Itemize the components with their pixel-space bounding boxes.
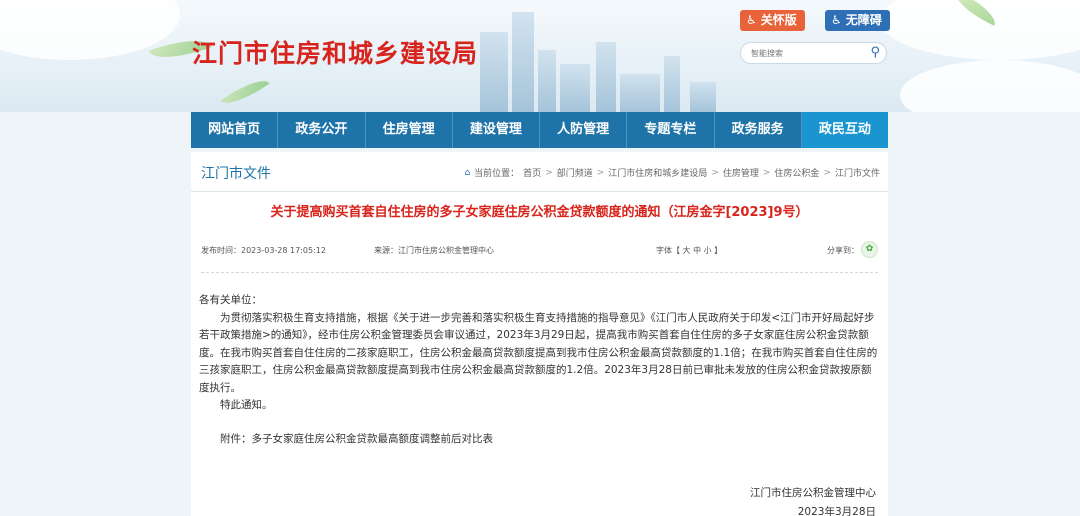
article-paragraph: 为贯彻落实积极生育支持措施，根据《关于进一步完善和落实积极生育支持措施的指导意见… bbox=[199, 311, 878, 394]
main-nav: 网站首页 政务公开 住房管理 建设管理 人防管理 专题专栏 政务服务 政民互动 bbox=[191, 112, 888, 148]
article-title: 关于提高购买首套自住住房的多子女家庭住房公积金贷款额度的通知（江房金字[2023… bbox=[270, 205, 809, 220]
wheelchair-icon: ♿ bbox=[831, 13, 842, 27]
wechat-icon[interactable]: ✿ bbox=[861, 241, 878, 258]
breadcrumb-separator: > bbox=[596, 167, 605, 178]
signature-date: 2023年3月28日 bbox=[797, 506, 876, 516]
accessibility-label: 无障碍 bbox=[845, 13, 882, 27]
breadcrumb-bureau[interactable]: 江门市住房和城乡建设局 bbox=[608, 166, 707, 179]
nav-item-topics[interactable]: 专题专栏 bbox=[627, 112, 715, 148]
nav-item-civil-defense[interactable]: 人防管理 bbox=[540, 112, 628, 148]
breadcrumb-housing[interactable]: 住房管理 bbox=[723, 166, 759, 179]
nav-item-housing[interactable]: 住房管理 bbox=[366, 112, 453, 148]
breadcrumb-separator: > bbox=[711, 167, 719, 178]
attachment-link[interactable]: 附件：多子女家庭住房公积金贷款最高额度调整前后对比表 bbox=[199, 431, 879, 449]
breadcrumb-home[interactable]: 首页 bbox=[523, 166, 541, 179]
nav-item-interaction[interactable]: 政民互动 bbox=[801, 112, 888, 148]
accessibility-button[interactable]: ♿ 无障碍 bbox=[825, 10, 890, 31]
breadcrumb-separator: > bbox=[823, 167, 831, 178]
divider bbox=[201, 272, 878, 273]
article-body: 各有关单位： 为贯彻落实积极生育支持措施，根据《关于进一步完善和落实积极生育支持… bbox=[199, 292, 879, 448]
home-icon: ⌂ bbox=[464, 167, 471, 178]
nav-item-construction[interactable]: 建设管理 bbox=[453, 112, 540, 148]
share-label: 分享到： bbox=[827, 246, 859, 255]
header-banner bbox=[0, 0, 1080, 112]
article-source: 来源：江门市住房公积金管理中心 bbox=[374, 246, 494, 255]
article-meta: 发布时间：2023-03-28 17:05:12 来源：江门市住房公积金管理中心… bbox=[191, 240, 888, 260]
search-input[interactable] bbox=[751, 46, 861, 60]
site-title: 江门市住房和城乡建设局 bbox=[192, 39, 479, 68]
content-panel: 江门市文件 ⌂ 当前位置： 首页 > 部门频道 > 江门市住房和城乡建设局 > … bbox=[191, 152, 888, 516]
salutation: 各有关单位： bbox=[199, 294, 262, 306]
breadcrumb-separator: > bbox=[762, 167, 771, 178]
search-box: ⚲ bbox=[740, 42, 887, 64]
font-size-switch[interactable]: 字体【 大 中 小 】 bbox=[656, 245, 722, 256]
breadcrumb-fund[interactable]: 住房公积金 bbox=[774, 166, 819, 179]
care-mode-button[interactable]: ♿ 关怀版 bbox=[740, 10, 805, 31]
section-title: 江门市文件 bbox=[201, 166, 271, 182]
breadcrumb-separator: > bbox=[545, 167, 553, 178]
closing-text: 特此通知。 bbox=[220, 399, 273, 411]
signature-org: 江门市住房公积金管理中心 bbox=[750, 487, 876, 499]
search-icon[interactable]: ⚲ bbox=[870, 45, 880, 60]
nav-item-home[interactable]: 网站首页 bbox=[191, 112, 279, 148]
breadcrumb-prefix: 当前位置： bbox=[474, 169, 520, 179]
breadcrumb: ⌂ 当前位置： 首页 > 部门频道 > 江门市住房和城乡建设局 > 住房管理 >… bbox=[464, 166, 880, 180]
person-icon: ♿ bbox=[746, 13, 757, 27]
care-mode-label: 关怀版 bbox=[760, 13, 797, 27]
breadcrumb-dept-channel[interactable]: 部门频道 bbox=[557, 166, 593, 179]
breadcrumb-current[interactable]: 江门市文件 bbox=[835, 166, 880, 179]
nav-item-gov-affairs[interactable]: 政务公开 bbox=[278, 112, 366, 148]
breadcrumb-bar: 江门市文件 ⌂ 当前位置： 首页 > 部门频道 > 江门市住房和城乡建设局 > … bbox=[191, 152, 888, 192]
publish-time: 发布时间：2023-03-28 17:05:12 bbox=[201, 246, 326, 255]
nav-item-services[interactable]: 政务服务 bbox=[715, 112, 802, 148]
